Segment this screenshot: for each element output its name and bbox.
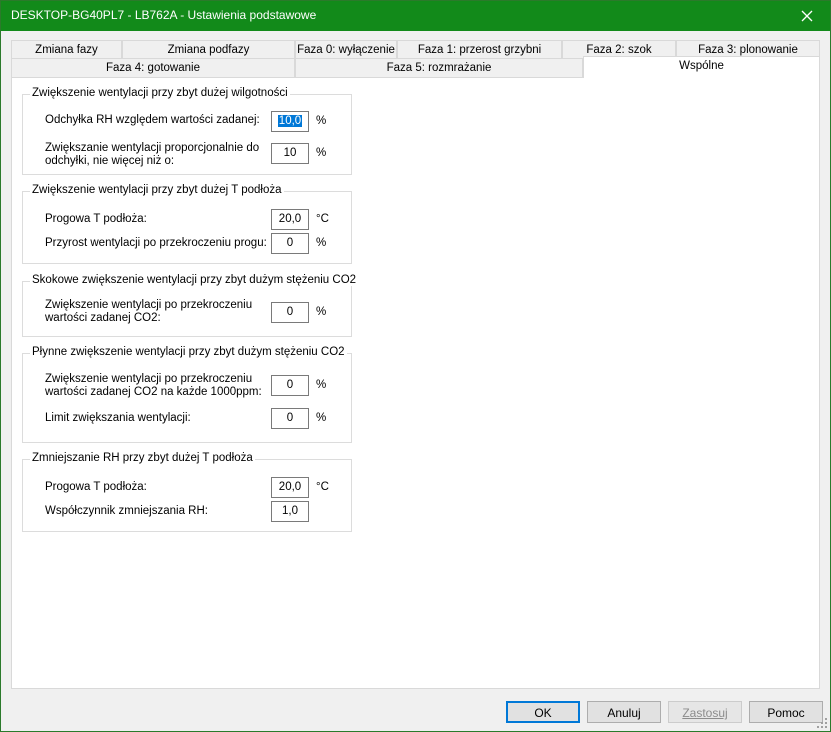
tab-strip: Zmiana fazy Zmiana podfazy Faza 0: wyłąc… [11, 40, 820, 78]
tab-wspolne[interactable]: Wspólne [583, 56, 820, 78]
label-progowa-t-rh: Progowa T podłoża: [45, 481, 147, 493]
ok-button[interactable]: OK [506, 701, 580, 723]
apply-button: Zastosuj [668, 701, 742, 723]
group-zmniejszanie-rh: Zmniejszanie RH przy zbyt dużej T podłoż… [22, 452, 352, 532]
group-title: Płynne zwiększenie wentylacji przy zbyt … [30, 346, 347, 358]
resize-grip-icon[interactable] [816, 717, 828, 729]
przyrost-wentylacji-input[interactable]: 0 [271, 233, 309, 254]
unit-label: °C [316, 213, 329, 225]
tab-panel-wspolne: Zwiększenie wentylacji przy zbyt dużej w… [11, 77, 820, 689]
unit-label: % [316, 412, 327, 424]
tab-faza-1[interactable]: Faza 1: przerost grzybni [397, 40, 562, 59]
label-plynne-co2: Zwiększenie wentylacji po przekroczeniu … [45, 373, 262, 398]
group-title: Zwiększenie wentylacji przy zbyt dużej w… [30, 87, 290, 99]
unit-label: % [316, 306, 327, 318]
group-skokowe-co2: Skokowe zwiększenie wentylacji przy zbyt… [22, 274, 359, 337]
plynne-co2-input[interactable]: 0 [271, 375, 309, 396]
unit-label: % [316, 147, 327, 159]
label-limit-wentylacji: Limit zwiększania wentylacji: [45, 412, 191, 424]
skokowe-co2-input[interactable]: 0 [271, 302, 309, 323]
tab-zmiana-podfazy[interactable]: Zmiana podfazy [122, 40, 295, 59]
cancel-button[interactable]: Anuluj [587, 701, 661, 723]
dialog-window: DESKTOP-BG40PL7 - LB762A - Ustawienia po… [0, 0, 831, 732]
limit-wentylacji-input[interactable]: 0 [271, 408, 309, 429]
tab-faza-0[interactable]: Faza 0: wyłączenie [295, 40, 397, 59]
group-plynne-co2: Płynne zwiększenie wentylacji przy zbyt … [22, 346, 352, 443]
label-odchylka-rh: Odchyłka RH względem wartości zadanej: [45, 114, 260, 126]
group-t-podloza: Zwiększenie wentylacji przy zbyt dużej T… [22, 184, 352, 264]
title-bar[interactable]: DESKTOP-BG40PL7 - LB762A - Ustawienia po… [1, 1, 830, 31]
unit-label: % [316, 115, 327, 127]
proporcjonalnie-input[interactable]: 10 [271, 143, 309, 164]
help-button[interactable]: Pomoc [749, 701, 823, 723]
progowa-t-input[interactable]: 20,0 [271, 209, 309, 230]
label-proporcjonalnie: Zwiększanie wentylacji proporcjonalnie d… [45, 142, 260, 167]
odchylka-rh-input[interactable]: 10,0 [271, 111, 309, 132]
unit-label: % [316, 379, 327, 391]
label-przyrost-wentylacji: Przyrost wentylacji po przekroczeniu pro… [45, 237, 267, 249]
unit-label: % [316, 237, 327, 249]
label-progowa-t: Progowa T podłoża: [45, 213, 147, 225]
label-skokowe-co2: Zwiększenie wentylacji po przekroczeniu … [45, 299, 253, 324]
wspolczynnik-rh-input[interactable]: 1,0 [271, 501, 309, 522]
group-wilgotnosc: Zwiększenie wentylacji przy zbyt dużej w… [22, 87, 352, 175]
close-button[interactable] [784, 1, 830, 31]
group-title: Skokowe zwiększenie wentylacji przy zbyt… [30, 274, 359, 286]
close-icon [801, 10, 813, 22]
tab-faza-4[interactable]: Faza 4: gotowanie [11, 58, 295, 78]
label-wspolczynnik-rh: Współczynnik zmniejszania RH: [45, 505, 208, 517]
group-title: Zmniejszanie RH przy zbyt dużej T podłoż… [30, 452, 255, 464]
window-title: DESKTOP-BG40PL7 - LB762A - Ustawienia po… [11, 8, 317, 22]
unit-label: °C [316, 481, 329, 493]
tab-faza-5[interactable]: Faza 5: rozmrażanie [295, 58, 583, 78]
tab-zmiana-fazy[interactable]: Zmiana fazy [11, 40, 122, 59]
group-title: Zwiększenie wentylacji przy zbyt dużej T… [30, 184, 284, 196]
progowa-t-rh-input[interactable]: 20,0 [271, 477, 309, 498]
